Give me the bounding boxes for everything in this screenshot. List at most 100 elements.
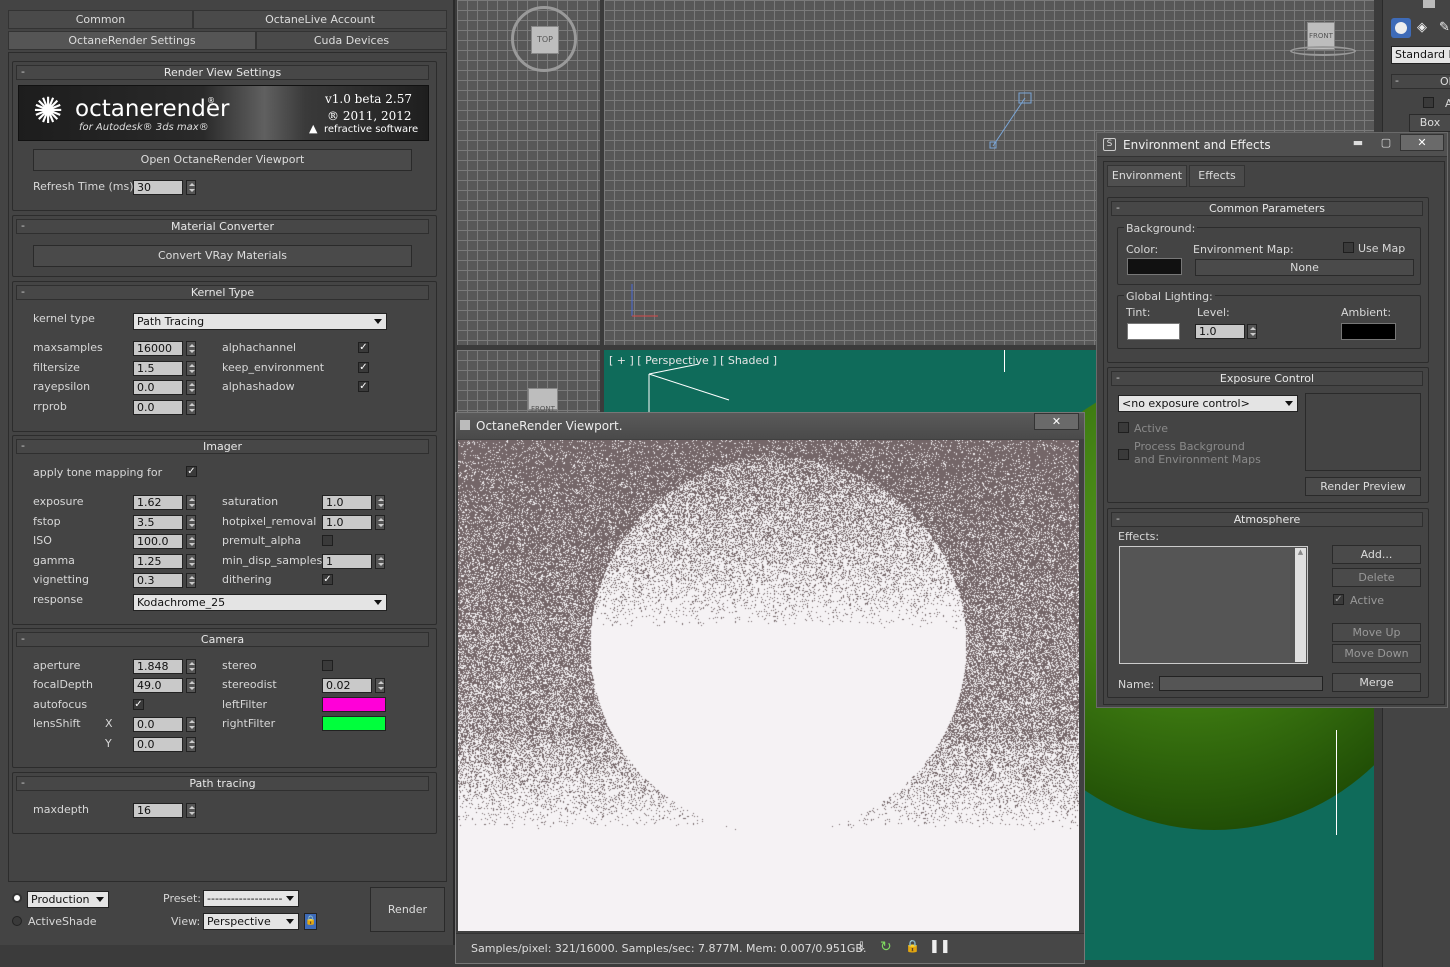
maximize-icon[interactable]: ▢: [1373, 135, 1399, 152]
octane-render-image[interactable]: [458, 440, 1079, 931]
refresh-time-spinner[interactable]: [186, 180, 196, 195]
exposure-active-checkbox[interactable]: [1118, 422, 1129, 433]
iso-input[interactable]: 100.0: [133, 534, 183, 549]
move-up-button[interactable]: Move Up: [1332, 623, 1421, 642]
hotpixel-removal-input[interactable]: 1.0: [322, 515, 372, 530]
name-input[interactable]: [1159, 676, 1323, 691]
preset-dropdown[interactable]: -------------------: [203, 890, 299, 907]
tab-common[interactable]: Common: [8, 10, 193, 29]
minimize-icon[interactable]: ▬: [1345, 135, 1371, 152]
autofocus-checkbox[interactable]: ✓: [133, 699, 144, 710]
exposure-input[interactable]: 1.62: [133, 495, 183, 510]
rightfilter-color-swatch[interactable]: [322, 716, 386, 731]
leftfilter-color-swatch[interactable]: [322, 697, 386, 712]
lock-render-icon[interactable]: 🔒: [905, 939, 920, 955]
fstop-spinner[interactable]: [186, 515, 196, 530]
dithering-checkbox[interactable]: ✓: [322, 574, 333, 585]
top-viewcube[interactable]: TOP: [511, 6, 577, 72]
move-down-button[interactable]: Move Down: [1332, 644, 1421, 663]
maxdepth-input[interactable]: 16: [133, 803, 183, 818]
lensshift-x-spinner[interactable]: [186, 717, 196, 732]
convert-vray-button[interactable]: Convert VRay Materials: [33, 245, 412, 267]
tab-octanerender-settings[interactable]: OctaneRender Settings: [8, 31, 256, 50]
box-button[interactable]: Box: [1409, 114, 1450, 132]
env-titlebar[interactable]: S Environment and Effects ▬ ▢ ✕: [1097, 133, 1447, 157]
common-parameters-header[interactable]: - Common Parameters: [1111, 201, 1423, 216]
process-background-checkbox[interactable]: [1118, 449, 1129, 460]
tone-mapping-checkbox[interactable]: ✓: [186, 466, 197, 477]
filtersize-spinner[interactable]: [186, 361, 196, 376]
shapes-icon[interactable]: ◈: [1417, 20, 1433, 36]
response-dropdown[interactable]: Kodachrome_25: [133, 594, 387, 611]
min-disp-samples-input[interactable]: 1: [322, 554, 372, 569]
use-map-checkbox[interactable]: [1343, 242, 1354, 253]
autogrid-checkbox[interactable]: [1423, 97, 1434, 108]
camera-header[interactable]: - Camera: [16, 632, 429, 647]
keep-environment-checkbox[interactable]: ✓: [358, 362, 369, 373]
tab-cuda-devices[interactable]: Cuda Devices: [256, 31, 447, 50]
tab-environment[interactable]: Environment: [1107, 165, 1187, 187]
delete-effect-button[interactable]: Delete: [1332, 568, 1421, 587]
render-view-settings-header[interactable]: - Render View Settings: [16, 65, 429, 80]
vignetting-input[interactable]: 0.3: [133, 573, 183, 588]
atmosphere-header[interactable]: - Atmosphere: [1111, 512, 1423, 527]
tab-octanelive-account[interactable]: OctaneLive Account: [193, 10, 447, 29]
render-preview-button[interactable]: Render Preview: [1305, 477, 1421, 496]
atmosphere-active-checkbox[interactable]: ✓: [1333, 594, 1344, 605]
exposure-spinner[interactable]: [186, 495, 196, 510]
filtersize-input[interactable]: 1.5: [133, 361, 183, 376]
stereodist-spinner[interactable]: [375, 678, 385, 693]
premult-alpha-checkbox[interactable]: [322, 535, 333, 546]
environment-map-button[interactable]: None: [1195, 259, 1414, 276]
standard-primitives-dropdown[interactable]: Standard Pr: [1391, 46, 1450, 64]
render-button[interactable]: Render: [370, 887, 445, 932]
pause-icon[interactable]: ❚❚: [929, 939, 951, 955]
exposure-control-header[interactable]: - Exposure Control: [1111, 371, 1423, 386]
view-dropdown[interactable]: Perspective: [203, 913, 299, 930]
effects-scrollbar[interactable]: ▲: [1295, 548, 1306, 662]
save-image-icon[interactable]: ⇩: [856, 940, 872, 956]
imager-header[interactable]: - Imager: [16, 439, 429, 454]
maxsamples-input[interactable]: 16000: [133, 341, 183, 356]
stereodist-input[interactable]: 0.02: [322, 678, 372, 693]
lensshift-x-input[interactable]: 0.0: [133, 717, 183, 732]
refresh-time-input[interactable]: 30: [133, 180, 183, 195]
create-geometry-icon[interactable]: [1391, 18, 1411, 38]
maxdepth-spinner[interactable]: [186, 803, 196, 818]
production-dropdown[interactable]: Production: [27, 891, 109, 908]
rrprob-spinner[interactable]: [186, 400, 196, 415]
production-radio[interactable]: [12, 893, 22, 903]
maxsamples-spinner[interactable]: [186, 341, 196, 356]
hotpixel-removal-spinner[interactable]: [375, 515, 385, 530]
aperture-input[interactable]: 1.848: [133, 659, 183, 674]
add-effect-button[interactable]: Add...: [1332, 545, 1421, 564]
focaldepth-spinner[interactable]: [186, 678, 196, 693]
gamma-input[interactable]: 1.25: [133, 554, 183, 569]
iso-spinner[interactable]: [186, 534, 196, 549]
kernel-type-dropdown[interactable]: Path Tracing: [133, 313, 387, 330]
merge-button[interactable]: Merge: [1332, 673, 1421, 692]
alphashadow-checkbox[interactable]: ✓: [358, 381, 369, 392]
lensshift-y-spinner[interactable]: [186, 737, 196, 752]
focaldepth-input[interactable]: 49.0: [133, 678, 183, 693]
exposure-control-dropdown[interactable]: <no exposure control>: [1118, 395, 1298, 412]
ambient-color-swatch[interactable]: [1341, 323, 1396, 340]
fstop-input[interactable]: 3.5: [133, 515, 183, 530]
min-disp-samples-spinner[interactable]: [375, 554, 385, 569]
path-tracing-header[interactable]: - Path tracing: [16, 776, 429, 791]
top-viewcube-face[interactable]: TOP: [531, 26, 559, 54]
aperture-spinner[interactable]: [186, 659, 196, 674]
lock-icon[interactable]: 🔒: [304, 913, 317, 930]
gamma-spinner[interactable]: [186, 554, 196, 569]
rayepsilon-input[interactable]: 0.0: [133, 380, 183, 395]
background-color-swatch[interactable]: [1127, 258, 1182, 275]
effects-list[interactable]: [1119, 546, 1308, 664]
saturation-input[interactable]: 1.0: [322, 495, 372, 510]
level-input[interactable]: 1.0: [1195, 324, 1245, 339]
rrprob-input[interactable]: 0.0: [133, 400, 183, 415]
close-icon[interactable]: ✕: [1400, 134, 1444, 151]
open-viewport-button[interactable]: Open OctaneRender Viewport: [33, 149, 412, 171]
tab-effects[interactable]: Effects: [1189, 165, 1245, 187]
material-converter-header[interactable]: - Material Converter: [16, 219, 429, 234]
front-viewcube-left[interactable]: FRONT: [528, 388, 558, 413]
